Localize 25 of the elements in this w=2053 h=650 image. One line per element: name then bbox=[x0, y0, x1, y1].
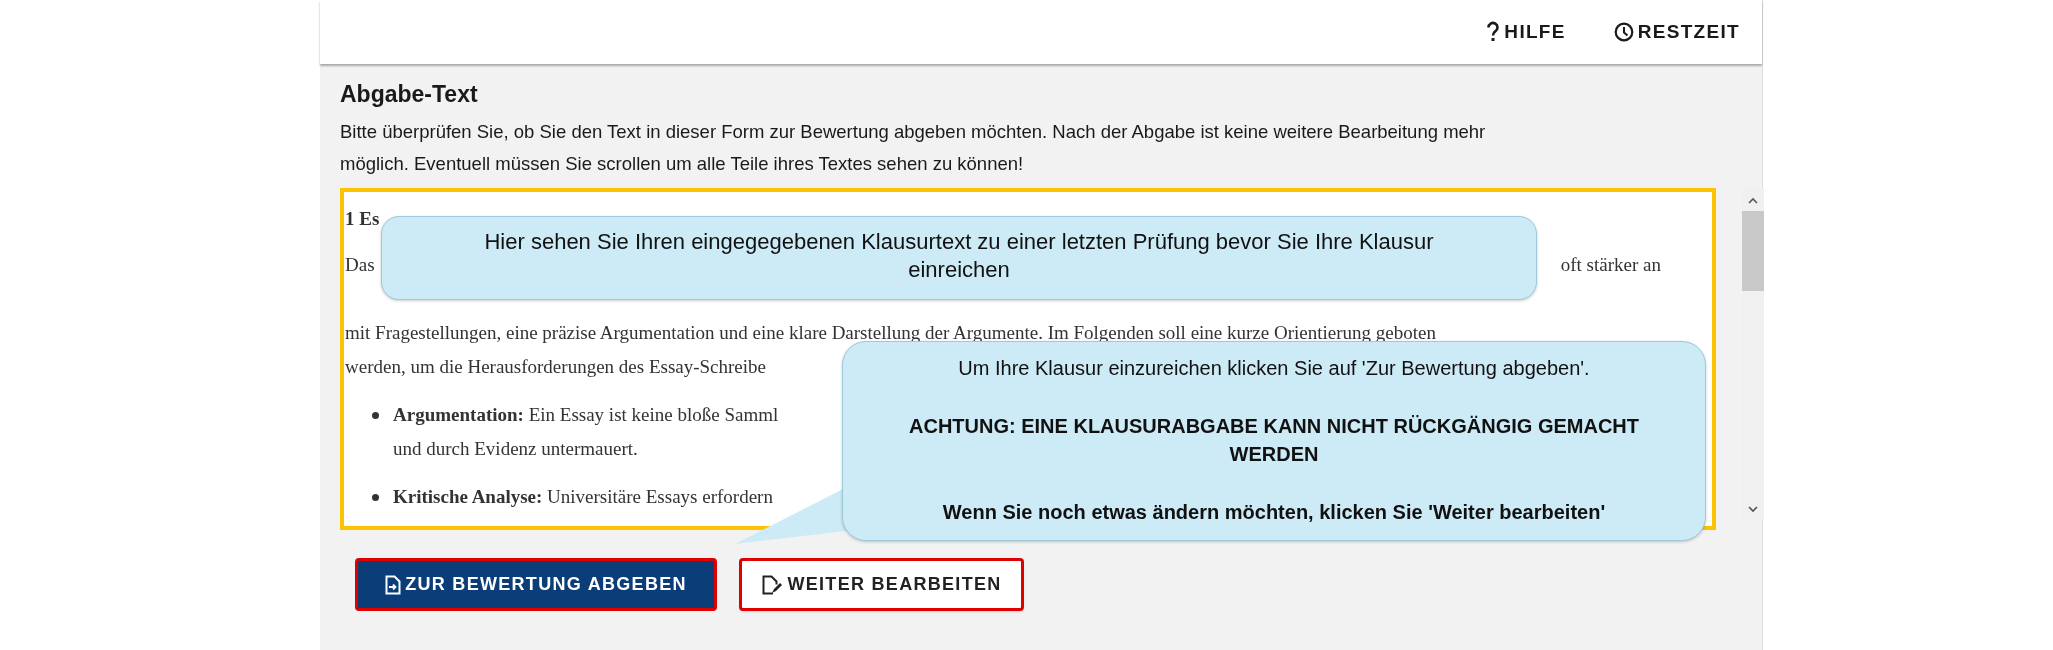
file-edit-icon bbox=[761, 573, 784, 596]
bullet-dot bbox=[372, 412, 379, 419]
bullet-dot bbox=[372, 494, 379, 501]
essay-heading: 1 Es bbox=[345, 207, 380, 231]
essay-text: werden, um die Herausforderungen des Essay-Schreibe bbox=[345, 355, 766, 379]
callout-text: ACHTUNG: EINE KLAUSURABGABE KANN NICHT RÜCKGÄNGIG GEMACHT WERDEN bbox=[908, 414, 1640, 467]
continue-editing-button[interactable]: WEITER BEARBEITEN bbox=[741, 560, 1022, 609]
essay-text: Kritische Analyse: Universitäre Essays erfordern bbox=[393, 485, 773, 509]
callout-text: Wenn Sie noch etwas ändern möchten, klicken Sie 'Weiter bearbeiten' bbox=[941, 500, 1607, 525]
clock-icon bbox=[1613, 22, 1634, 42]
file-arrow-icon bbox=[385, 574, 402, 595]
essay-text: mit Fragestellungen, eine präzise Argumentation und eine klare Darstellung der Argumente. Im Folgenden soll eine kurze Orientierung geboten bbox=[345, 321, 1436, 345]
callout-text: Hier sehen Sie Ihren eingegegebenen Klausurtext zu einer letzten Prüfung bevor Sie Ihre Klausur einreichen bbox=[483, 228, 1435, 284]
essay-text: Das bbox=[345, 253, 375, 277]
scroll-thumb[interactable] bbox=[1742, 211, 1764, 291]
help-icon bbox=[1486, 21, 1501, 43]
callout-text: Um Ihre Klausur einzureichen klicken Sie auf 'Zur Bewertung abgeben'. bbox=[957, 356, 1591, 381]
timer-link[interactable]: RESTZEIT bbox=[1613, 17, 1740, 47]
panel-title: Abgabe-Text bbox=[340, 80, 478, 109]
essay-text: Argumentation: Ein Essay ist keine bloße Samml bbox=[393, 403, 779, 427]
help-link[interactable]: HILFE bbox=[1486, 17, 1566, 47]
essay-text: und durch Evidenz untermauert. bbox=[393, 437, 638, 461]
essay-text: oft stärker an bbox=[1560, 253, 1661, 277]
submit-button[interactable]: ZUR BEWERTUNG ABGEBEN bbox=[357, 560, 715, 609]
instruction-text: Bitte überprüfen Sie, ob Sie den Text in dieser Form zur Bewertung abgeben möchten. Nach der Abgabe ist keine weitere Bearbeitung mehr möglich. Eventuell müssen Sie scrollen um alle Teile ihres Textes sehen zu können! bbox=[340, 120, 1487, 176]
